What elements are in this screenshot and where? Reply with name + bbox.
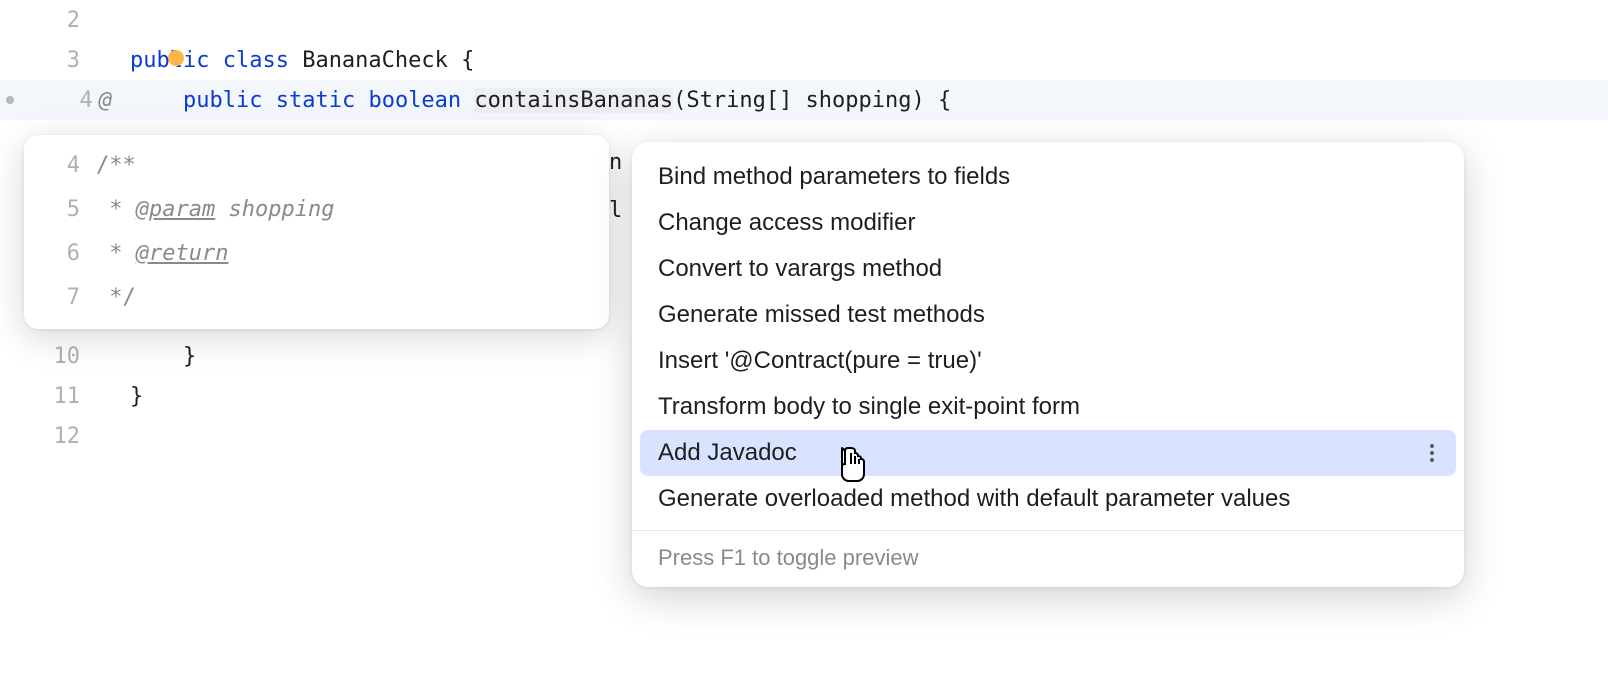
preview-line-number: 6: [24, 241, 96, 266]
javadoc-tag: @param: [136, 197, 215, 222]
menu-item-transform-body[interactable]: Transform body to single exit-point form: [640, 384, 1456, 430]
line-number: 11: [0, 384, 130, 409]
preview-line-number: 7: [24, 285, 96, 310]
code-text: }: [130, 384, 143, 409]
line-number: 2: [0, 8, 130, 33]
javadoc-tag: @return: [136, 241, 229, 266]
line-number-gutter: 4@: [0, 88, 130, 113]
menu-item-bind-parameters[interactable]: Bind method parameters to fields: [640, 154, 1456, 200]
menu-footer-hint: Press F1 to toggle preview: [632, 530, 1464, 587]
menu-item-convert-varargs[interactable]: Convert to varargs method: [640, 246, 1456, 292]
preview-line: 4 /**: [24, 143, 609, 187]
preview-line: 7 */: [24, 275, 609, 319]
line-number: 4: [80, 88, 93, 113]
preview-line: 6 * @return: [24, 231, 609, 275]
warning-badge-icon: [168, 50, 184, 66]
preview-line-number: 5: [24, 197, 96, 222]
javadoc-preview-popup: 4 /** 5 * @param shopping 6 * @return 7 …: [24, 135, 609, 329]
line-number: 10: [0, 344, 130, 369]
line-number: 3: [0, 48, 130, 73]
menu-item-change-access[interactable]: Change access modifier: [640, 200, 1456, 246]
preview-line: 5 * @param shopping: [24, 187, 609, 231]
code-text: }: [130, 344, 196, 369]
code-text: public static boolean containsBananas(St…: [130, 88, 951, 113]
menu-item-add-javadoc[interactable]: Add Javadoc: [640, 430, 1456, 476]
menu-item-generate-tests[interactable]: Generate missed test methods: [640, 292, 1456, 338]
code-line-current[interactable]: 4@ public static boolean containsBananas…: [0, 80, 1608, 120]
breakpoint-dot-icon[interactable]: [6, 96, 14, 104]
more-options-icon[interactable]: [1430, 444, 1438, 462]
preview-line-number: 4: [24, 153, 96, 178]
menu-item-generate-overloaded[interactable]: Generate overloaded method with default …: [640, 476, 1456, 522]
menu-item-insert-contract[interactable]: Insert '@Contract(pure = true)': [640, 338, 1456, 384]
at-gutter-icon[interactable]: @: [99, 88, 112, 113]
code-line[interactable]: 2: [0, 0, 1608, 40]
line-number: 12: [0, 424, 130, 449]
code-fragment: l: [609, 198, 622, 223]
intention-actions-menu[interactable]: Bind method parameters to fields Change …: [632, 142, 1464, 587]
method-name-highlight[interactable]: containsBananas: [474, 88, 673, 113]
code-fragment: n: [609, 150, 622, 175]
code-line[interactable]: 3 public class BananaCheck {: [0, 40, 1608, 80]
